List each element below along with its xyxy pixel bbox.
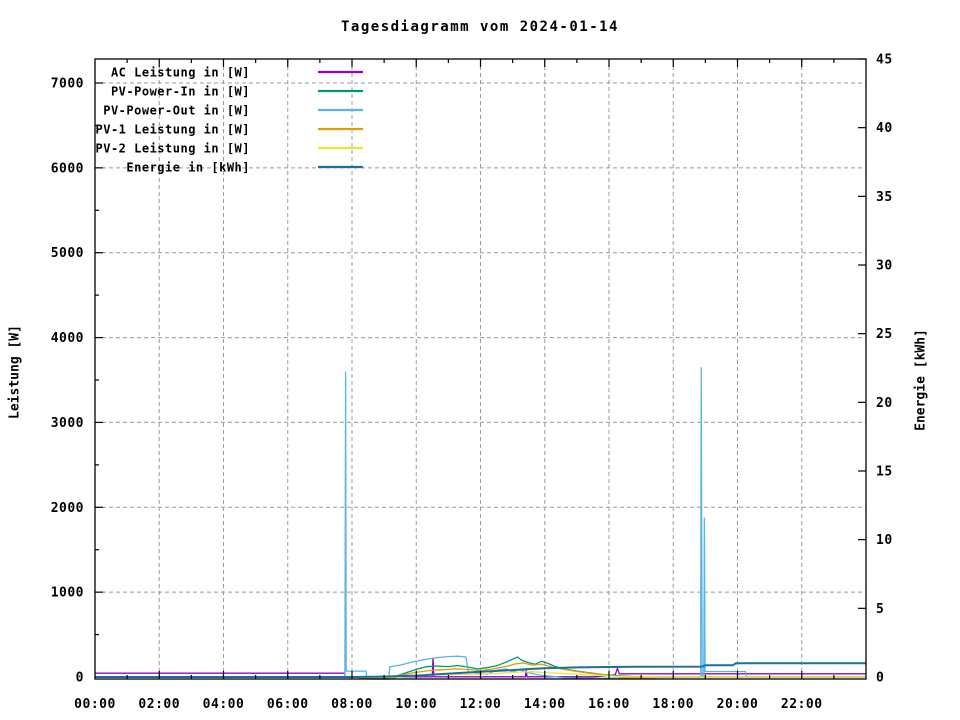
legend-label: PV-1 Leistung in [W]	[96, 123, 251, 137]
plot-svg: 00:00 02:00 04:00 06:00 08:00 10:00 12:00 14:00…	[51, 53, 893, 713]
y-tick-label-left: 2000	[51, 501, 84, 516]
x-tick-label: 16:00	[588, 697, 630, 712]
y-tick-label-right: 35	[876, 190, 893, 205]
y-tick-label-right: 0	[876, 671, 884, 686]
x-tick-label: 18:00	[652, 697, 694, 712]
legend-label: PV-2 Leistung in [W]	[96, 142, 251, 156]
x-tick-label: 20:00	[717, 697, 759, 712]
y-tick-label-left: 7000	[51, 77, 84, 92]
x-tick-label: 10:00	[395, 697, 437, 712]
y-tick-label-left: 1000	[51, 586, 84, 601]
y-tick-label-right: 40	[876, 121, 893, 136]
legend-label: Energie in [kWh]	[126, 161, 250, 175]
x-tick-label: 22:00	[781, 697, 823, 712]
y-tick-label-right: 20	[876, 396, 893, 411]
y-tick-label-left: 0	[76, 671, 84, 686]
legend-label: AC Leistung in [W]	[111, 66, 250, 80]
x-tick-label: 14:00	[524, 697, 566, 712]
x-tick-label: 00:00	[74, 697, 116, 712]
y-tick-label-right: 25	[876, 327, 893, 342]
x-tick-label: 02:00	[138, 697, 180, 712]
x-tick-label: 04:00	[203, 697, 245, 712]
y-tick-label-right: 15	[876, 465, 893, 480]
y-tick-label-right: 5	[876, 602, 884, 617]
legend-label: PV-Power-Out in [W]	[103, 104, 250, 118]
y-tick-label-right: 10	[876, 533, 893, 548]
y-tick-label-left: 3000	[51, 416, 84, 431]
chart-canvas: Tagesdiagramm vom 2024-01-14 Leistung [W…	[0, 0, 960, 720]
legend-label: PV-Power-In in [W]	[111, 85, 250, 99]
y-tick-label-left: 5000	[51, 246, 84, 261]
x-tick-label: 08:00	[331, 697, 373, 712]
y-tick-label-left: 4000	[51, 331, 84, 346]
x-tick-label: 06:00	[267, 697, 309, 712]
x-tick-label: 12:00	[460, 697, 502, 712]
y-tick-label-left: 6000	[51, 161, 84, 176]
y-tick-label-right: 45	[876, 53, 893, 68]
y-tick-label-right: 30	[876, 259, 893, 274]
